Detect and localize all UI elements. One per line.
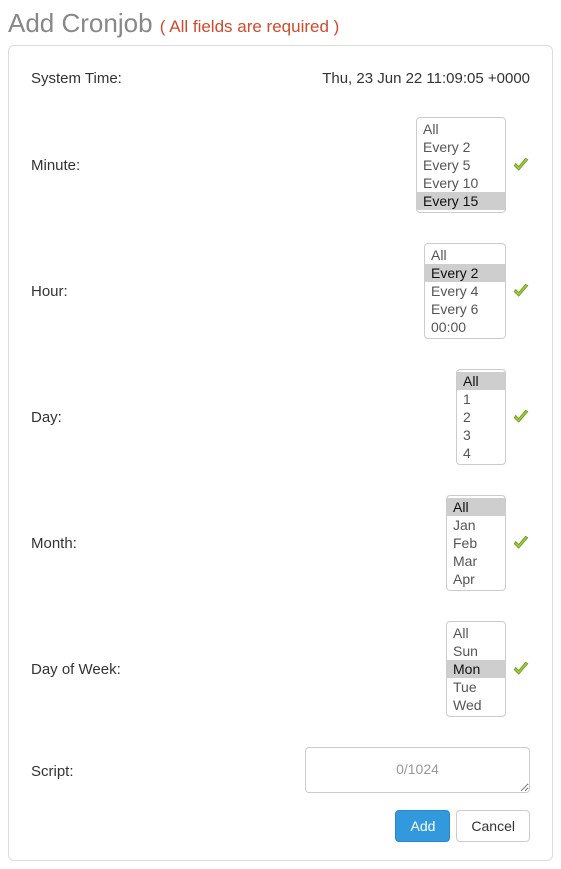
row-month: Month: AllJanFebMarApr: [31, 495, 530, 591]
required-note: ( All fields are required ): [160, 17, 340, 36]
row-day: Day: All1234: [31, 369, 530, 465]
row-minute: Minute: AllEvery 2Every 5Every 10Every 1…: [31, 117, 530, 213]
form-panel: System Time: Thu, 23 Jun 22 11:09:05 +00…: [8, 45, 553, 861]
label-day-of-week: Day of Week:: [31, 661, 181, 678]
label-month: Month:: [31, 535, 181, 552]
form-actions: Add Cancel: [31, 810, 530, 842]
check-icon: [512, 408, 530, 426]
check-icon: [512, 660, 530, 678]
label-minute: Minute:: [31, 157, 181, 174]
script-input[interactable]: [305, 747, 530, 793]
cancel-button[interactable]: Cancel: [456, 810, 530, 842]
row-hour: Hour: AllEvery 2Every 4Every 600:00: [31, 243, 530, 339]
title-text: Add Cronjob: [8, 8, 153, 38]
check-icon: [512, 156, 530, 174]
select-month[interactable]: AllJanFebMarApr: [446, 495, 506, 591]
row-day-of-week: Day of Week: AllSunMonTueWed: [31, 621, 530, 717]
label-day: Day:: [31, 409, 181, 426]
label-script: Script:: [31, 763, 181, 780]
select-day[interactable]: All1234: [456, 369, 506, 465]
page-title: Add Cronjob ( All fields are required ): [8, 8, 553, 39]
select-minute[interactable]: AllEvery 2Every 5Every 10Every 15: [416, 117, 506, 213]
check-icon: [512, 282, 530, 300]
label-system-time: System Time:: [31, 70, 181, 87]
row-script: Script: 0/1024: [31, 747, 530, 796]
select-day-of-week[interactable]: AllSunMonTueWed: [446, 621, 506, 717]
check-icon: [512, 534, 530, 552]
add-button[interactable]: Add: [395, 810, 450, 842]
select-hour[interactable]: AllEvery 2Every 4Every 600:00: [424, 243, 506, 339]
value-system-time: Thu, 23 Jun 22 11:09:05 +0000: [322, 70, 530, 87]
label-hour: Hour:: [31, 283, 181, 300]
row-system-time: System Time: Thu, 23 Jun 22 11:09:05 +00…: [31, 70, 530, 87]
